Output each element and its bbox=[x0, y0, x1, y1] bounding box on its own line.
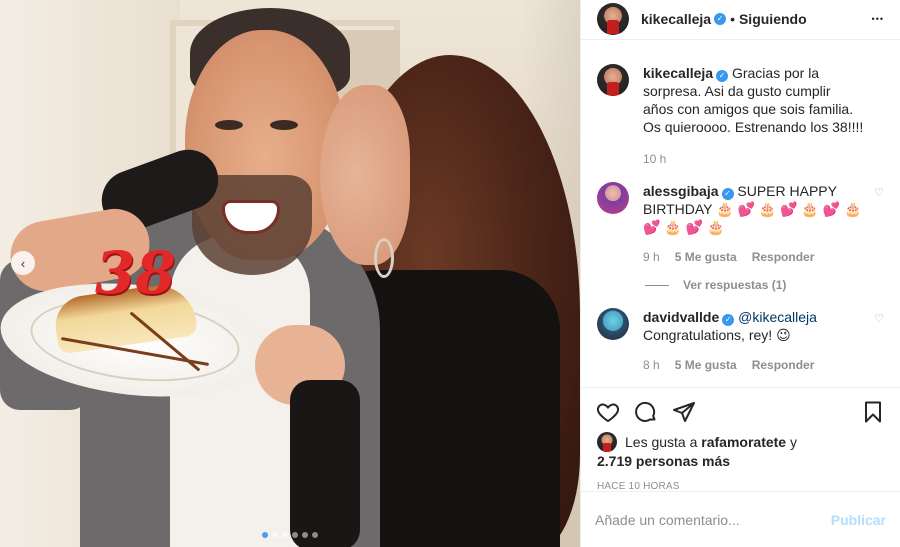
author-avatar[interactable] bbox=[597, 2, 629, 35]
reply-button[interactable]: Responder bbox=[752, 248, 815, 266]
comment-username[interactable]: alessgibaja bbox=[643, 183, 719, 199]
comment-time[interactable]: 8 h bbox=[643, 356, 660, 374]
like-button[interactable] bbox=[593, 398, 623, 426]
likes-summary: Les gusta a rafamoratete y bbox=[597, 432, 884, 452]
likes-suffix: y bbox=[790, 434, 797, 450]
comment-username[interactable]: davidvallde bbox=[643, 309, 719, 325]
commenter-avatar[interactable] bbox=[597, 308, 629, 340]
woman-sleeve bbox=[290, 380, 360, 547]
comment-input[interactable] bbox=[595, 511, 831, 528]
likes-prefix: Les gusta a bbox=[625, 434, 698, 450]
liker-avatar[interactable] bbox=[597, 432, 617, 452]
carousel-prev-button[interactable]: ‹ bbox=[11, 251, 35, 275]
follow-status-button[interactable]: Siguiendo bbox=[739, 11, 807, 27]
share-button[interactable] bbox=[669, 398, 699, 426]
likes-count[interactable]: 2.719 personas más bbox=[597, 452, 884, 470]
more-options-icon[interactable]: ••• bbox=[872, 14, 884, 24]
caption-username[interactable]: kikecalleja bbox=[643, 65, 713, 81]
bookmark-icon bbox=[865, 401, 881, 423]
comment-item: davidvallde ✓ @kikecalleja Congratulation… bbox=[597, 308, 884, 374]
add-comment-bar: Publicar bbox=[581, 491, 900, 547]
man-eye bbox=[270, 120, 298, 130]
comments-list[interactable]: kikecalleja ✓ Gracias por la sorpresa. As… bbox=[581, 40, 900, 387]
carousel-dot bbox=[262, 532, 268, 538]
man-eye bbox=[215, 120, 243, 130]
heart-icon bbox=[596, 403, 620, 423]
earring bbox=[374, 238, 394, 278]
comment-icon bbox=[635, 401, 656, 422]
woman-face bbox=[320, 85, 410, 265]
author-username[interactable]: kikecalleja bbox=[641, 11, 711, 27]
post-sidebar: kikecalleja ✓ • Siguiendo ••• kikecallej… bbox=[580, 0, 900, 547]
carousel-dot bbox=[282, 532, 288, 538]
comment-like-heart-icon[interactable]: ♡ bbox=[874, 186, 884, 199]
view-replies-label: Ver respuestas (1) bbox=[683, 278, 787, 292]
post-image[interactable]: 38 ‹ bbox=[0, 0, 580, 547]
chevron-left-icon: ‹ bbox=[20, 255, 26, 271]
comment-time[interactable]: 9 h bbox=[643, 248, 660, 266]
commenter-avatar[interactable] bbox=[597, 182, 629, 214]
comment-likes[interactable]: 5 Me gusta bbox=[675, 248, 737, 266]
caption-time[interactable]: 10 h bbox=[643, 150, 666, 168]
post-header: kikecalleja ✓ • Siguiendo ••• bbox=[581, 0, 900, 40]
caption: kikecalleja ✓ Gracias por la sorpresa. As… bbox=[597, 64, 884, 168]
comment-mention[interactable]: @kikecalleja bbox=[738, 309, 817, 325]
comment-text: Congratulations, rey! 😉 bbox=[643, 327, 791, 343]
separator: • bbox=[730, 10, 735, 27]
carousel-dots bbox=[0, 532, 580, 538]
save-button[interactable] bbox=[858, 398, 888, 426]
replies-line bbox=[645, 284, 669, 286]
carousel-dot bbox=[302, 532, 308, 538]
reply-button[interactable]: Responder bbox=[752, 356, 815, 374]
author-avatar[interactable] bbox=[597, 64, 629, 96]
carousel-dot bbox=[312, 532, 318, 538]
carousel-dot bbox=[292, 532, 298, 538]
verified-badge-icon: ✓ bbox=[722, 314, 735, 326]
liker-username[interactable]: rafamoratete bbox=[701, 434, 786, 450]
comment-button[interactable] bbox=[631, 398, 661, 426]
share-icon bbox=[673, 402, 695, 422]
carousel-dot bbox=[272, 532, 278, 538]
comment-item: alessgibaja ✓ SUPER HAPPY BIRTHDAY 🎂 💕 🎂 … bbox=[597, 182, 884, 266]
post-actions: Les gusta a rafamoratete y 2.719 persona… bbox=[581, 387, 900, 492]
comment-like-heart-icon[interactable]: ♡ bbox=[874, 312, 884, 325]
number-candle: 38 bbox=[95, 239, 176, 307]
comment-likes[interactable]: 5 Me gusta bbox=[675, 356, 737, 374]
verified-badge-icon: ✓ bbox=[714, 12, 727, 25]
publish-button[interactable]: Publicar bbox=[831, 512, 886, 528]
verified-badge-icon: ✓ bbox=[721, 188, 734, 200]
verified-badge-icon: ✓ bbox=[716, 70, 729, 82]
view-replies-button[interactable]: Ver respuestas (1) bbox=[645, 278, 884, 292]
